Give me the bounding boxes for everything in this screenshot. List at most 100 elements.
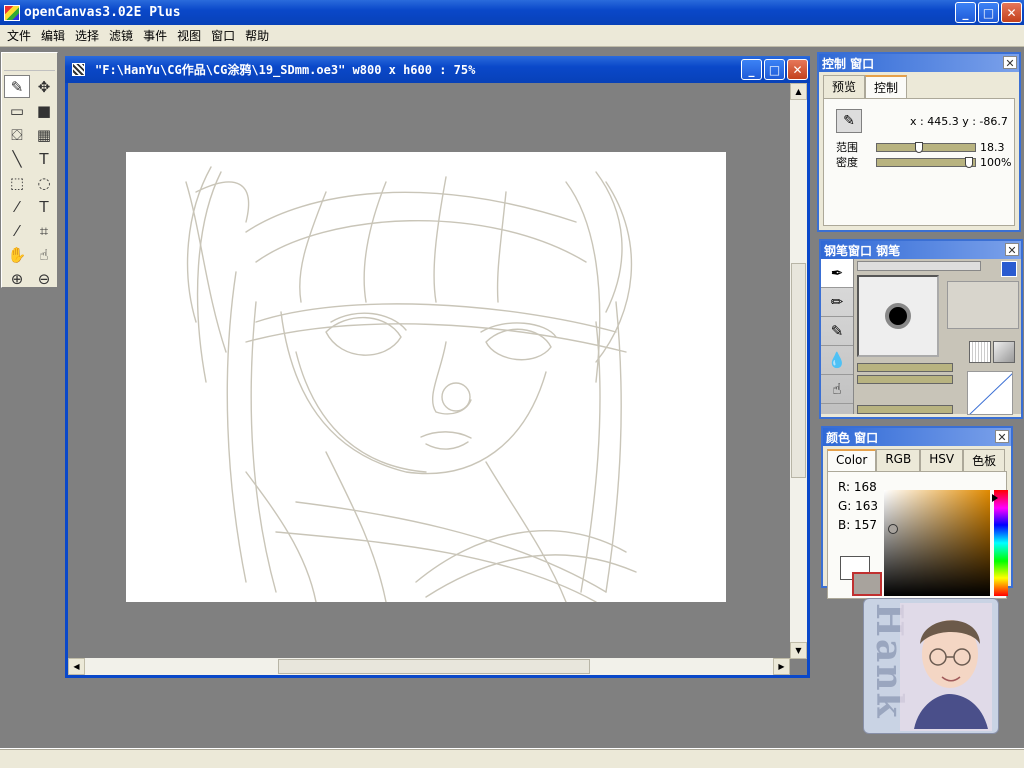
control-panel-title: 控制 窗口 <box>822 56 875 71</box>
menu-view[interactable]: 视图 <box>172 27 206 44</box>
canvas-vertical-scrollbar[interactable]: ▲ ▼ <box>790 83 807 659</box>
tab-hsv[interactable]: HSV <box>920 449 964 471</box>
paper-gradient-swatch[interactable] <box>993 341 1015 363</box>
control-tab-body: ✎ x : 445.3 y : -86.7 范围 18.3 密度 100% <box>823 98 1015 226</box>
menu-filter[interactable]: 滤镜 <box>104 27 138 44</box>
menu-select[interactable]: 选择 <box>70 27 104 44</box>
finger-blend-icon[interactable]: ☝ <box>821 375 853 404</box>
pressure-curve-line <box>969 373 1012 414</box>
density-slider-knob[interactable] <box>965 156 973 168</box>
save-pen-icon[interactable] <box>1001 261 1017 277</box>
line-tool-icon[interactable]: ╲ <box>4 147 30 170</box>
density-value: 100% <box>980 155 1012 169</box>
pen-panel-close-icon[interactable]: ✕ <box>1005 243 1019 257</box>
color-panel-close-icon[interactable]: ✕ <box>995 430 1009 444</box>
tab-control[interactable]: 控制 <box>865 75 908 98</box>
canvas-minimize-button[interactable]: _ <box>741 59 762 80</box>
horizontal-scroll-thumb[interactable] <box>278 659 590 674</box>
scroll-right-arrow-icon[interactable]: ▶ <box>773 658 790 675</box>
pen-tool-icon[interactable]: ✎ <box>4 75 30 98</box>
scroll-up-arrow-icon[interactable]: ▲ <box>790 83 807 100</box>
canvas-title-bar[interactable]: "F:\HanYu\CG作品\CG涂鸦\19_SDmm.oe3" w800 x … <box>65 56 810 83</box>
hue-marker-icon[interactable] <box>992 494 998 502</box>
tab-color[interactable]: Color <box>827 449 877 471</box>
text-tool-icon[interactable]: T <box>31 147 57 170</box>
menu-file[interactable]: 文件 <box>2 27 36 44</box>
status-bar <box>0 748 1024 768</box>
pressure-curve[interactable] <box>967 371 1013 415</box>
water-drop-icon[interactable]: 💧 <box>821 346 853 375</box>
drawing-canvas[interactable] <box>126 152 726 603</box>
pen-panel-title-bar[interactable]: 钢笔窗口 钢笔 ✕ <box>821 241 1021 259</box>
color-panel: 颜色 窗口 ✕ Color RGB HSV 色板 R: 168 G: 163 B… <box>821 426 1013 599</box>
minimize-button[interactable]: _ <box>955 2 976 23</box>
zoom-out-tool-icon[interactable]: ⊖ <box>31 267 57 290</box>
color-panel-title-bar[interactable]: 颜色 窗口 ✕ <box>823 428 1011 446</box>
document-icon <box>72 63 85 76</box>
fill-bucket-tool-icon[interactable]: ⛋ <box>4 123 30 146</box>
pen-settings-box[interactable] <box>947 281 1019 329</box>
pen-panel: 钢笔窗口 钢笔 ✕ ✒ ✏ ✎ 💧 ☝ <box>819 239 1023 419</box>
menu-help[interactable]: 帮助 <box>240 27 274 44</box>
range-slider-knob[interactable] <box>915 141 923 153</box>
avatar-signature: Hank <box>863 598 999 734</box>
range-slider[interactable] <box>876 141 976 153</box>
menu-event[interactable]: 事件 <box>138 27 172 44</box>
canvas-maximize-button[interactable]: □ <box>764 59 785 80</box>
color-picker-marker[interactable] <box>888 524 898 534</box>
paper-texture-swatch[interactable] <box>969 341 991 363</box>
pen-size-presets[interactable] <box>857 261 981 271</box>
pen-slider-3[interactable] <box>857 405 953 414</box>
move-tool-icon[interactable]: ✥ <box>31 75 57 98</box>
control-panel-close-icon[interactable]: ✕ <box>1003 56 1017 70</box>
crop-tool-icon[interactable]: ⌗ <box>31 219 57 242</box>
canvas-close-button[interactable]: ✕ <box>787 59 808 80</box>
rect-select-tool-icon[interactable]: ⬚ <box>4 171 30 194</box>
current-color-swatch[interactable] <box>852 572 882 596</box>
toolbox: ✎ ✥ ▭ ■ ⛋ ▦ ╲ T ⬚ ◌ ⁄ Ｔ ⁄ ⌗ ✋ ☝ ⊕ ⊖ <box>1 52 58 288</box>
canvas-horizontal-scrollbar[interactable]: ◀ ▶ <box>68 658 790 675</box>
toolbox-grip[interactable] <box>4 57 55 71</box>
text-select-tool-icon[interactable]: Ｔ <box>31 195 57 218</box>
density-slider-row: 密度 100% <box>836 154 1011 170</box>
pen-panel-body: ✒ ✏ ✎ 💧 ☝ <box>821 259 1021 415</box>
pen-preview-icon: ✎ <box>836 109 862 133</box>
tab-swatches[interactable]: 色板 <box>963 449 1006 471</box>
scroll-down-arrow-icon[interactable]: ▼ <box>790 642 807 659</box>
magic-wand-tool-icon[interactable]: ⁄ <box>4 195 30 218</box>
maximize-button[interactable]: □ <box>978 2 999 23</box>
red-value: R: 168 <box>838 480 877 494</box>
gradient-tool-icon[interactable]: ▦ <box>31 123 57 146</box>
hand-tool-icon[interactable]: ✋ <box>4 243 30 266</box>
vertical-scroll-thumb[interactable] <box>791 263 806 478</box>
rotate-hand-tool-icon[interactable]: ☝ <box>31 243 57 266</box>
airbrush-icon[interactable]: ✎ <box>821 317 853 346</box>
brush-preview <box>857 275 939 357</box>
scroll-left-arrow-icon[interactable]: ◀ <box>68 658 85 675</box>
menu-edit[interactable]: 编辑 <box>36 27 70 44</box>
hue-slider[interactable] <box>994 490 1008 596</box>
menu-window[interactable]: 窗口 <box>206 27 240 44</box>
pen-type-list: ✒ ✏ ✎ 💧 ☝ <box>821 259 854 414</box>
pen-brush-icon[interactable]: ✒ <box>821 259 853 288</box>
menu-bar: 文件 编辑 选择 滤镜 事件 视图 窗口 帮助 <box>0 25 1024 47</box>
pen-slider-1[interactable] <box>857 363 953 372</box>
density-label: 密度 <box>836 156 858 169</box>
pen-slider-2[interactable] <box>857 375 953 384</box>
marker-brush-icon[interactable]: ✏ <box>821 288 853 317</box>
control-panel-title-bar[interactable]: 控制 窗口 ✕ <box>819 54 1019 72</box>
blue-value: B: 157 <box>838 518 877 532</box>
rect-fill-tool-icon[interactable]: ■ <box>31 99 57 122</box>
rect-outline-tool-icon[interactable]: ▭ <box>4 99 30 122</box>
tab-rgb[interactable]: RGB <box>876 449 921 471</box>
tab-preview[interactable]: 预览 <box>823 75 866 98</box>
saturation-value-field[interactable] <box>884 490 990 596</box>
close-button[interactable]: ✕ <box>1001 2 1022 23</box>
density-slider[interactable] <box>876 156 976 168</box>
cursor-coordinates: x : 445.3 y : -86.7 <box>910 115 1008 128</box>
lasso-select-tool-icon[interactable]: ◌ <box>31 171 57 194</box>
eyedropper-tool-icon[interactable]: ⁄ <box>4 219 30 242</box>
control-panel: 控制 窗口 ✕ 预览 控制 ✎ x : 445.3 y : -86.7 范围 1… <box>817 52 1021 232</box>
range-value: 18.3 <box>980 140 1005 154</box>
zoom-in-tool-icon[interactable]: ⊕ <box>4 267 30 290</box>
